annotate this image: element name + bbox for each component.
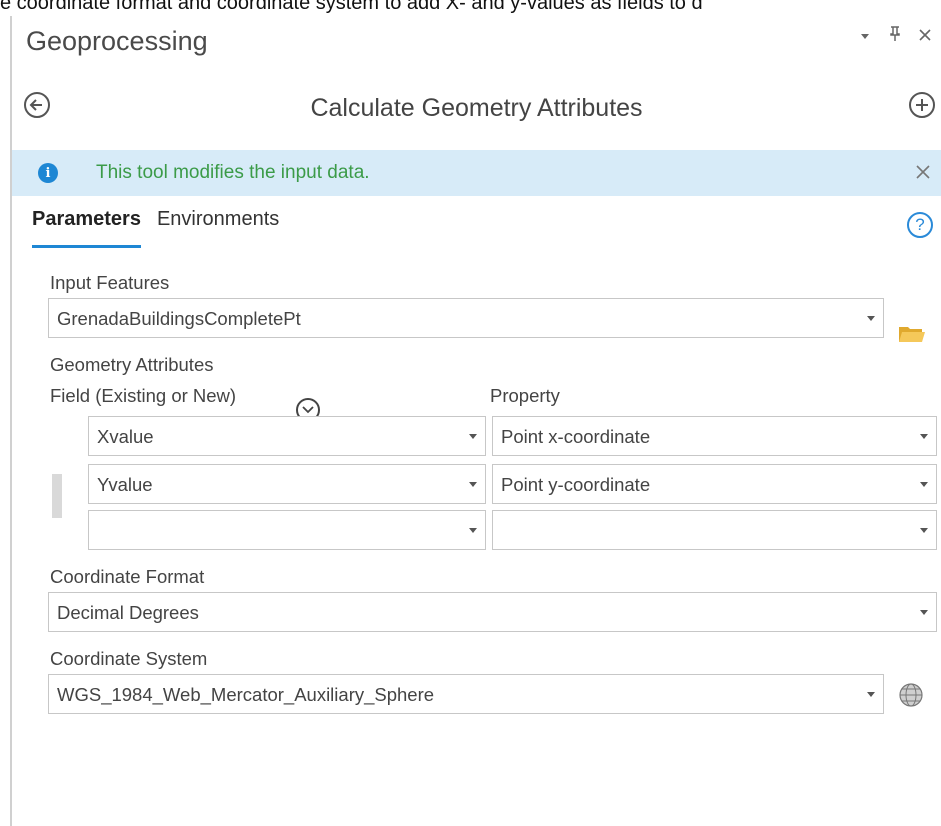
field-combo-2[interactable]: Yvalue (88, 464, 486, 504)
info-icon: i (38, 163, 58, 183)
dismiss-info-button[interactable] (915, 160, 931, 186)
input-features-value: GrenadaBuildingsCompletePt (57, 308, 301, 329)
coordinate-system-label: Coordinate System (50, 648, 208, 669)
dropdown-icon[interactable] (857, 26, 873, 47)
coordinate-system-value: WGS_1984_Web_Mercator_Auxiliary_Sphere (57, 684, 435, 705)
chevron-down-icon (867, 316, 875, 321)
close-icon (916, 165, 930, 179)
add-button[interactable] (909, 92, 935, 118)
input-features-label: Input Features (50, 272, 170, 293)
field-combo-1[interactable]: Xvalue (88, 416, 486, 456)
chevron-down-icon (469, 528, 477, 533)
chevron-down-icon (469, 482, 477, 487)
chevron-down-icon (920, 610, 928, 615)
chevron-down-icon (920, 482, 928, 487)
input-features-combo[interactable]: GrenadaBuildingsCompletePt (48, 298, 884, 338)
chevron-down-icon (867, 692, 875, 697)
coordinate-system-combo[interactable]: WGS_1984_Web_Mercator_Auxiliary_Sphere (48, 674, 884, 714)
chevron-down-icon (920, 528, 928, 533)
geometry-attributes-label: Geometry Attributes (50, 354, 214, 375)
field-value-2: Yvalue (97, 474, 153, 495)
tab-bar: Parameters Environments (32, 208, 279, 248)
property-value-1: Point x-coordinate (501, 426, 651, 447)
property-value-2: Point y-coordinate (501, 474, 651, 495)
chevron-down-icon (469, 434, 477, 439)
row-drag-handle[interactable] (52, 474, 62, 518)
info-message: This tool modifies the input data. (96, 162, 370, 183)
tab-parameters[interactable]: Parameters (32, 208, 141, 248)
plus-icon (916, 99, 928, 111)
pane-title: Geoprocessing (26, 26, 208, 56)
help-icon[interactable]: ? (907, 212, 933, 238)
pane-header: Geoprocessing (12, 16, 941, 66)
window-controls (857, 26, 933, 47)
coordinate-format-value: Decimal Degrees (57, 602, 199, 623)
tool-title: Calculate Geometry Attributes (310, 94, 643, 122)
globe-icon[interactable] (898, 682, 924, 708)
coordinate-format-label: Coordinate Format (50, 566, 205, 587)
property-combo-1[interactable]: Point x-coordinate (492, 416, 937, 456)
property-combo-2[interactable]: Point y-coordinate (492, 464, 937, 504)
field-combo-3[interactable] (88, 510, 486, 550)
caption-text: e coordinate format and coordinate syste… (0, 0, 703, 14)
property-column-header: Property (490, 385, 560, 406)
field-column-header: Field (Existing or New) (50, 385, 237, 406)
folder-icon[interactable] (898, 324, 926, 344)
tab-environments[interactable]: Environments (157, 208, 279, 248)
geoprocessing-pane: Geoprocessing Calculate Geometry Attribu… (10, 16, 941, 826)
info-banner: i This tool modifies the input data. (12, 150, 941, 196)
tool-header: Calculate Geometry Attributes (12, 86, 941, 136)
coordinate-format-combo[interactable]: Decimal Degrees (48, 592, 937, 632)
page-caption: e coordinate format and coordinate syste… (0, 0, 941, 16)
pin-icon[interactable] (887, 26, 903, 47)
property-combo-3[interactable] (492, 510, 937, 550)
chevron-down-icon (920, 434, 928, 439)
close-icon[interactable] (917, 26, 933, 47)
field-value-1: Xvalue (97, 426, 154, 447)
